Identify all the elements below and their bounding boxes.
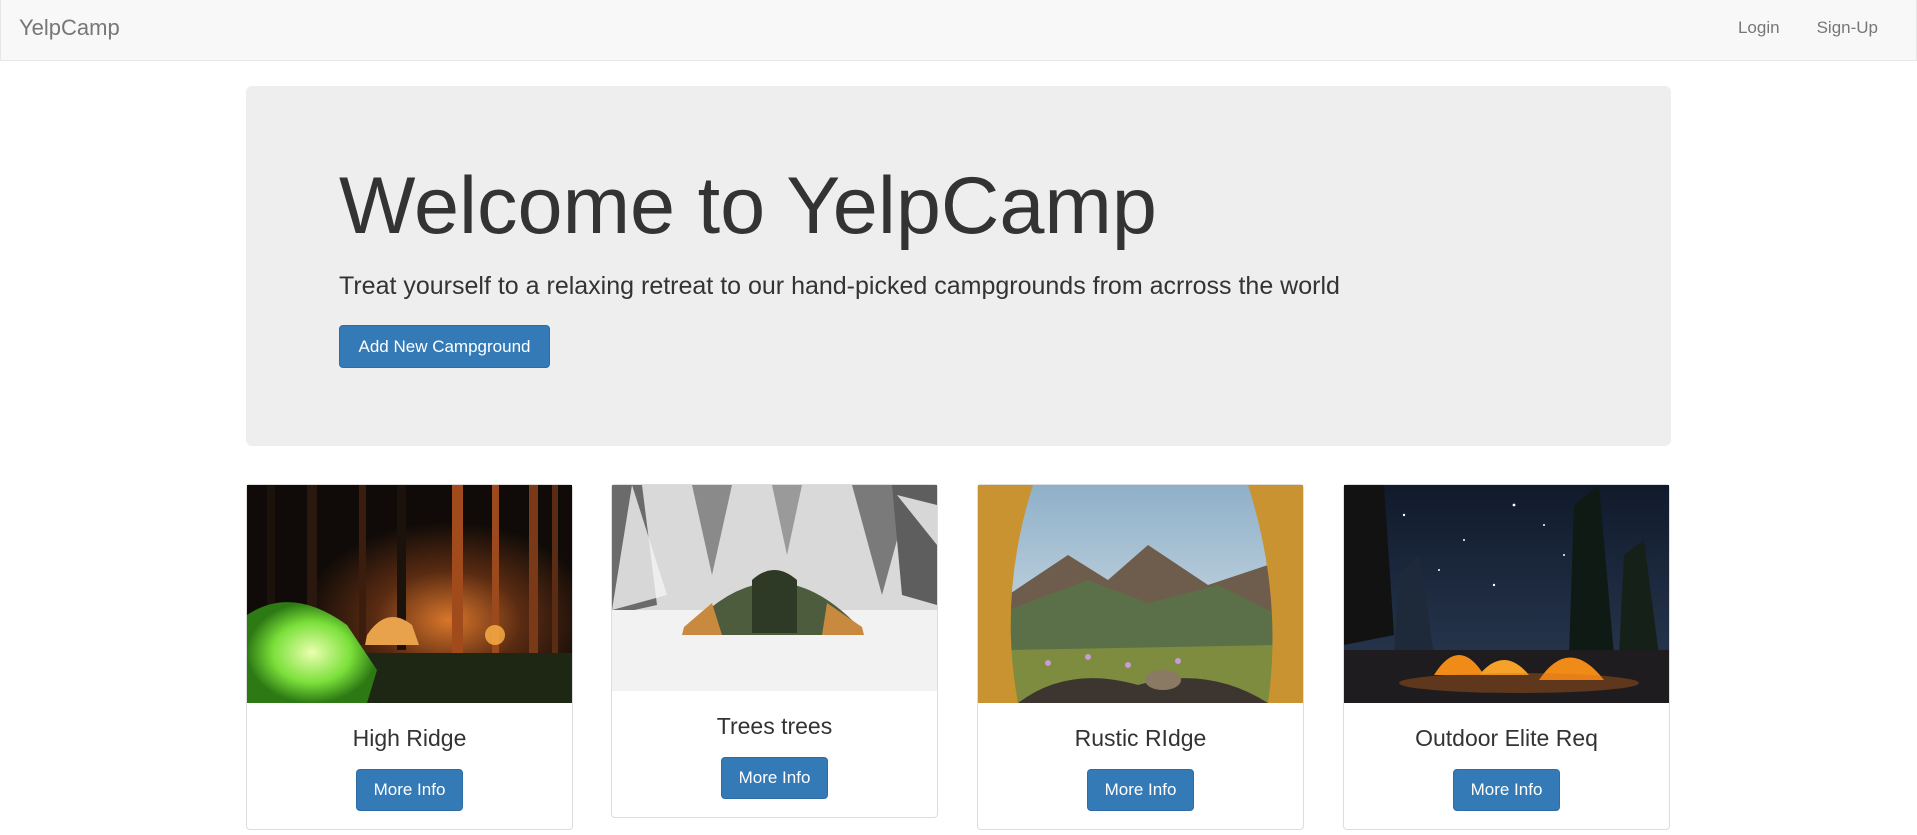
more-info-button[interactable]: More Info [356,769,463,811]
campground-name: Outdoor Elite Req [1415,725,1598,751]
nav-links: Login Sign-Up [1738,18,1878,38]
campground-image-high-ridge [247,485,572,703]
login-link[interactable]: Login [1738,18,1780,38]
more-info-button[interactable]: More Info [1087,769,1194,811]
campground-card: Trees trees More Info [611,484,938,818]
add-campground-button[interactable]: Add New Campground [339,325,550,368]
jumbotron: Welcome to YelpCamp Treat yourself to a … [246,86,1671,446]
campground-card: Rustic RIdge More Info [977,484,1304,830]
campground-card: Outdoor Elite Req More Info [1343,484,1670,830]
lead-text: Treat yourself to a relaxing retreat to … [339,272,1340,300]
card-caption: Outdoor Elite Req More Info [1344,703,1669,825]
campground-name: Rustic RIdge [1074,725,1207,751]
more-info-button[interactable]: More Info [721,757,828,799]
campground-card: High Ridge More Info [246,484,573,830]
card-caption: Rustic RIdge More Info [978,703,1303,825]
campground-image-outdoor-elite [1344,485,1669,703]
brand-link[interactable]: YelpCamp [19,15,120,41]
campground-image-rustic-ridge [978,485,1303,703]
page-title: Welcome to YelpCamp [339,161,1157,251]
campground-image-trees-trees [612,485,937,691]
card-caption: High Ridge More Info [247,703,572,825]
campground-name: Trees trees [716,713,833,739]
navbar: YelpCamp Login Sign-Up [0,0,1917,61]
more-info-button[interactable]: More Info [1453,769,1560,811]
campground-name: High Ridge [352,725,467,751]
card-caption: Trees trees More Info [612,691,937,813]
signup-link[interactable]: Sign-Up [1817,18,1878,38]
